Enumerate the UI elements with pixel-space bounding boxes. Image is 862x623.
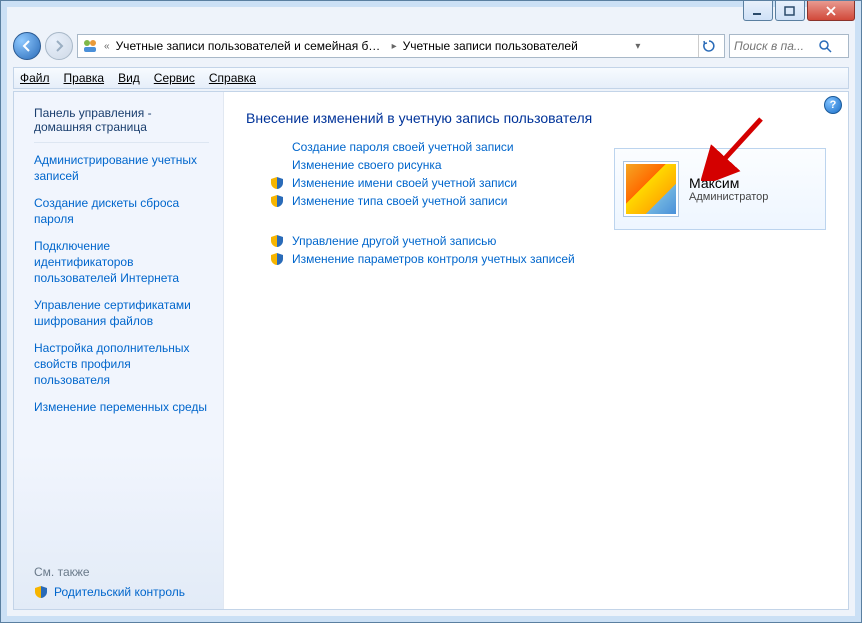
control-panel-home-link[interactable]: Панель управления - домашняя страница — [34, 106, 209, 134]
sidebar-link-certificates[interactable]: Управление сертификатами шифрования файл… — [34, 298, 209, 329]
menu-help[interactable]: Справка — [209, 71, 256, 85]
search-box[interactable] — [729, 34, 849, 58]
refresh-button[interactable] — [698, 35, 720, 57]
help-button[interactable]: ? — [824, 96, 842, 114]
task-change-name[interactable]: Изменение имени своей учетной записи — [292, 176, 517, 190]
shield-icon — [34, 585, 48, 599]
user-info: Максим Администратор — [689, 175, 768, 203]
navigation-bar: « Учетные записи пользователей и семейна… — [13, 29, 849, 63]
menu-file[interactable]: Файл — [20, 71, 50, 85]
sidebar-link-admin-accounts[interactable]: Администрирование учетных записей — [34, 153, 209, 184]
see-also-label: См. также — [34, 565, 209, 579]
menu-view[interactable]: Вид — [118, 71, 140, 85]
search-icon — [818, 39, 832, 53]
task-change-type[interactable]: Изменение типа своей учетной записи — [292, 194, 507, 208]
breadcrumb-arrow-icon: ▸ — [392, 41, 397, 52]
sidebar-link-env-vars[interactable]: Изменение переменных среды — [34, 400, 209, 416]
breadcrumb-dropdown-icon[interactable]: ▾ — [635, 41, 640, 52]
sidebar-footer: См. также Родительский контроль — [34, 565, 209, 599]
sidebar-link-online-ids[interactable]: Подключение идентификаторов пользователе… — [34, 239, 209, 286]
page-heading: Внесение изменений в учетную запись поль… — [246, 110, 826, 126]
menu-edit[interactable]: Правка — [64, 71, 105, 85]
nav-back-button[interactable] — [13, 32, 41, 60]
task-change-picture[interactable]: Изменение своего рисунка — [292, 158, 442, 172]
shield-icon — [270, 194, 284, 208]
user-role: Администратор — [689, 191, 768, 203]
main-content: ? Внесение изменений в учетную запись по… — [224, 92, 848, 609]
user-accounts-icon — [82, 38, 98, 54]
task-create-password[interactable]: Создание пароля своей учетной записи — [292, 140, 514, 154]
search-input[interactable] — [734, 39, 814, 53]
user-account-card[interactable]: Максим Администратор — [614, 148, 826, 230]
task-manage-another[interactable]: Управление другой учетной записью — [292, 234, 496, 248]
sidebar-divider — [34, 142, 209, 143]
window-controls — [743, 1, 855, 23]
menu-tools[interactable]: Сервис — [154, 71, 195, 85]
sidebar-link-reset-disk[interactable]: Создание дискеты сброса пароля — [34, 196, 209, 227]
shield-icon — [270, 176, 284, 190]
address-bar[interactable]: « Учетные записи пользователей и семейна… — [77, 34, 725, 58]
control-panel-window: « Учетные записи пользователей и семейна… — [0, 0, 862, 623]
breadcrumb-seg-1[interactable]: Учетные записи пользователей и семейная … — [116, 39, 386, 53]
sidebar: Панель управления - домашняя страница Ад… — [14, 92, 224, 609]
close-button[interactable] — [807, 1, 855, 21]
user-picture — [623, 161, 679, 217]
user-name: Максим — [689, 175, 768, 191]
sidebar-link-profile-props[interactable]: Настройка дополнительных свойств профиля… — [34, 341, 209, 388]
shield-icon — [270, 234, 284, 248]
nav-forward-button[interactable] — [45, 32, 73, 60]
breadcrumb-seg-2[interactable]: Учетные записи пользователей — [403, 39, 578, 53]
menu-bar: Файл Правка Вид Сервис Справка — [13, 67, 849, 89]
maximize-button[interactable] — [775, 1, 805, 21]
task-uac-settings[interactable]: Изменение параметров контроля учетных за… — [292, 252, 575, 266]
content-body: Панель управления - домашняя страница Ад… — [13, 91, 849, 610]
parental-controls-link[interactable]: Родительский контроль — [34, 585, 209, 599]
minimize-button[interactable] — [743, 1, 773, 21]
breadcrumb-chevron-icon: « — [104, 41, 110, 52]
shield-icon — [270, 252, 284, 266]
